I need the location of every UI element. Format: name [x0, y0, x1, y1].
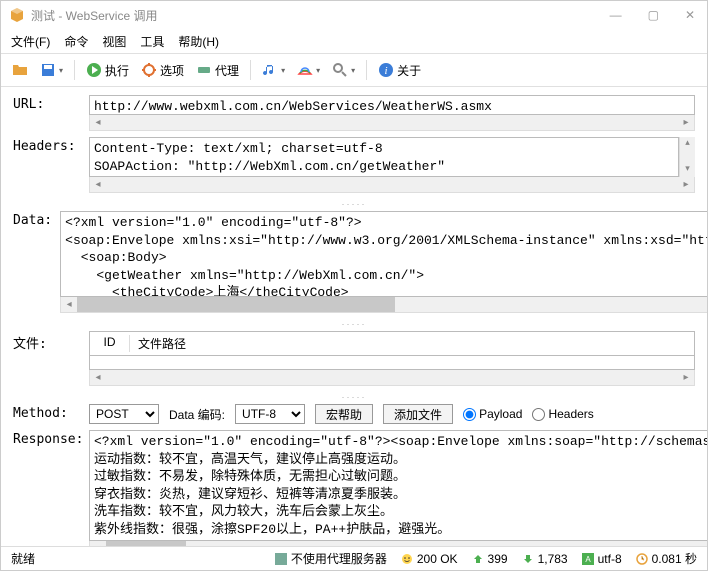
response-label: Response: — [13, 430, 81, 447]
add-file-button[interactable]: 添加文件 — [383, 404, 453, 424]
headers-hscroll[interactable]: ◂▸ — [89, 177, 695, 193]
menu-bar: 文件(F) 命令 视图 工具 帮助(H) — [1, 29, 707, 53]
window-title: 测试 - WebService 调用 — [31, 7, 606, 24]
method-select[interactable]: POST — [89, 404, 159, 424]
toolbar: ▾ 执行 选项 代理 ▾ ▾ ▾ i关于 — [1, 53, 707, 87]
search-button[interactable]: ▾ — [329, 60, 358, 80]
menu-help[interactable]: 帮助(H) — [178, 33, 219, 50]
menu-tools[interactable]: 工具 — [140, 33, 164, 50]
smile-icon — [401, 553, 413, 565]
files-col-path: 文件路径 — [130, 335, 694, 352]
open-button[interactable] — [9, 60, 31, 80]
files-label: 文件: — [13, 331, 81, 352]
splitter-1[interactable]: ····· — [13, 199, 695, 205]
data-input[interactable]: <?xml version="1.0" encoding="utf-8"?> <… — [60, 211, 707, 297]
splitter-2[interactable]: ····· — [13, 319, 695, 325]
files-table[interactable]: ID 文件路径 — [89, 331, 695, 356]
method-label: Method: — [13, 404, 81, 421]
close-button[interactable]: ✕ — [681, 8, 699, 22]
proxy-button[interactable]: 代理 — [193, 60, 242, 81]
about-button[interactable]: i关于 — [375, 60, 424, 81]
run-button[interactable]: 执行 — [83, 60, 132, 81]
status-upload: 399 — [472, 552, 508, 566]
url-hscroll[interactable]: ◂▸ — [89, 115, 695, 131]
status-encoding: A utf-8 — [582, 552, 622, 566]
minimize-button[interactable]: — — [606, 8, 626, 22]
menu-command[interactable]: 命令 — [64, 33, 88, 50]
splitter-3[interactable]: ····· — [13, 392, 695, 398]
download-icon — [522, 553, 534, 565]
save-button[interactable]: ▾ — [37, 60, 66, 80]
title-bar: 测试 - WebService 调用 — ▢ ✕ — [1, 1, 707, 29]
status-time: 0.081 秒 — [636, 550, 697, 567]
headers-radio[interactable]: Headers — [532, 407, 593, 421]
status-ready: 就绪 — [11, 550, 35, 567]
proxy-icon — [275, 553, 287, 565]
status-bar: 就绪 不使用代理服务器 200 OK 399 1,783 A utf-8 0.0… — [1, 546, 707, 570]
headers-label: Headers: — [13, 137, 81, 154]
url-input[interactable]: http://www.webxml.com.cn/WebServices/Wea… — [89, 95, 695, 115]
upload-icon — [472, 553, 484, 565]
data-label: Data: — [13, 211, 52, 228]
menu-file[interactable]: 文件(F) — [11, 33, 50, 50]
headers-vscroll[interactable]: ▴▾ — [679, 137, 695, 177]
macro-help-button[interactable]: 宏帮助 — [315, 404, 373, 424]
encoding-select[interactable]: UTF-8 — [235, 404, 305, 424]
url-label: URL: — [13, 95, 81, 112]
options-button[interactable]: 选项 — [138, 60, 187, 81]
music-button[interactable]: ▾ — [259, 60, 288, 80]
status-download: 1,783 — [522, 552, 568, 566]
headers-input[interactable]: Content-Type: text/xml; charset=utf-8 SO… — [89, 137, 679, 177]
files-hscroll[interactable]: ◂▸ — [89, 370, 695, 386]
maximize-button[interactable]: ▢ — [644, 8, 663, 22]
encoding-label: Data 编码: — [169, 406, 225, 423]
status-http: 200 OK — [401, 552, 458, 566]
menu-view[interactable]: 视图 — [102, 33, 126, 50]
data-hscroll[interactable]: ◂▸ — [60, 297, 707, 313]
response-hscroll[interactable]: ◂▸ — [89, 541, 707, 546]
response-output[interactable]: <?xml version="1.0" encoding="utf-8"?><s… — [89, 430, 707, 541]
clock-icon — [636, 553, 648, 565]
status-proxy: 不使用代理服务器 — [275, 550, 387, 567]
app-icon — [9, 7, 25, 23]
files-col-id: ID — [90, 335, 130, 352]
svg-text:i: i — [385, 65, 388, 77]
encoding-icon: A — [582, 553, 594, 565]
payload-radio[interactable]: Payload — [463, 407, 522, 421]
svg-text:A: A — [585, 555, 591, 564]
theme-button[interactable]: ▾ — [294, 60, 323, 80]
